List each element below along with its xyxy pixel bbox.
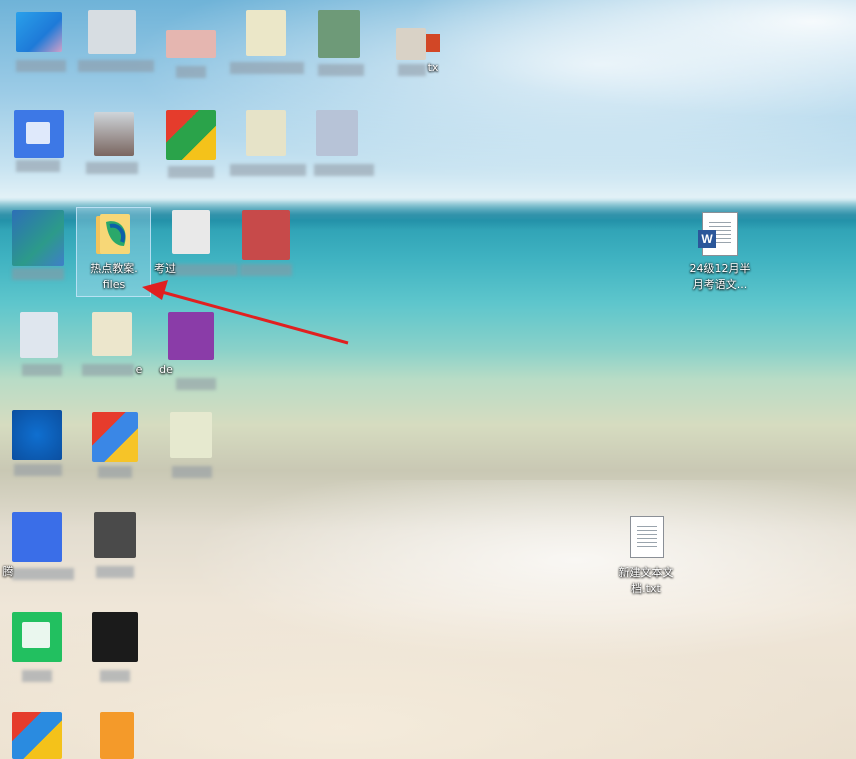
annotation-arrow — [142, 280, 349, 345]
